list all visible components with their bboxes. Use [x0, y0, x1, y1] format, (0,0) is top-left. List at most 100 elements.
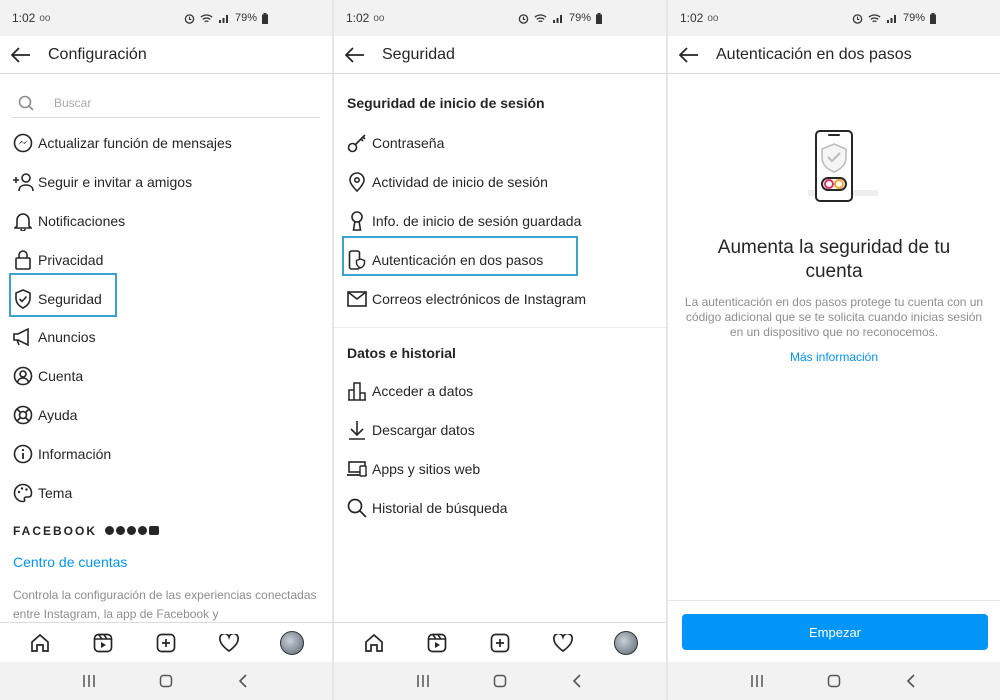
voicemail-icon: oo	[39, 12, 51, 24]
security-item-emails[interactable]: Correos electrónicos de Instagram	[334, 279, 666, 318]
recent-apps-icon[interactable]	[411, 669, 435, 693]
status-bar: 1:02 oo 79%	[0, 0, 332, 36]
create-post-icon[interactable]	[153, 630, 179, 656]
status-time: 1:02	[680, 11, 704, 25]
security-item-label: Actividad de inicio de sesión	[372, 174, 548, 191]
accounts-center-link[interactable]: Centro de cuentas	[0, 554, 332, 570]
battery-level: 79%	[234, 12, 257, 24]
settings-item-label: Cuenta	[38, 368, 84, 385]
settings-item-follow-invite[interactable]: Seguir e invitar a amigos	[0, 163, 332, 202]
voicemail-icon: oo	[373, 12, 385, 24]
bell-icon	[12, 210, 34, 232]
page-title: Configuración	[48, 45, 147, 63]
alarm-icon	[184, 13, 195, 24]
security-item-label: Apps y sitios web	[372, 460, 481, 477]
search-input[interactable]	[54, 95, 254, 110]
settings-item-messages[interactable]: Actualizar función de mensajes	[0, 124, 332, 163]
signal-icon	[552, 14, 562, 23]
facebook-brand: FACEBOOK	[13, 523, 98, 538]
battery-icon	[262, 12, 268, 24]
system-back-icon[interactable]	[231, 669, 255, 693]
reels-icon[interactable]	[90, 630, 116, 656]
location-pin-icon	[346, 171, 368, 193]
battery-level: 79%	[568, 12, 591, 24]
settings-item-label: Ayuda	[38, 406, 78, 423]
bar-chart-icon	[346, 380, 368, 402]
status-bar: 1:02 oo 79%	[668, 0, 1000, 36]
back-arrow-icon[interactable]	[678, 44, 700, 66]
keyhole-icon	[346, 210, 368, 232]
security-item-label: Info. de inicio de sesión guardada	[372, 212, 582, 229]
security-item-download-data[interactable]: Descargar datos	[334, 411, 666, 450]
system-back-icon[interactable]	[565, 669, 589, 693]
security-item-search-history[interactable]: Historial de búsqueda	[334, 488, 666, 527]
start-button[interactable]: Empezar	[682, 614, 988, 650]
home-icon[interactable]	[361, 630, 387, 656]
bottom-nav	[0, 622, 332, 662]
security-item-login-activity[interactable]: Actividad de inicio de sesión	[334, 163, 666, 202]
person-circle-icon	[12, 365, 34, 387]
two-factor-screen: 1:02 oo 79% Autenticación en dos pasos A…	[668, 0, 1000, 700]
profile-avatar[interactable]	[279, 630, 305, 656]
messenger-icon	[12, 132, 34, 154]
add-person-icon	[12, 171, 34, 193]
heart-icon[interactable]	[216, 630, 242, 656]
meta-apps-icons	[105, 526, 160, 536]
settings-item-label: Notificaciones	[38, 212, 126, 229]
avatar	[614, 630, 639, 655]
security-item-label: Contraseña	[372, 135, 445, 152]
settings-item-account[interactable]: Cuenta	[0, 357, 332, 396]
alarm-icon	[852, 13, 863, 24]
recent-apps-icon[interactable]	[745, 669, 769, 693]
wifi-icon	[868, 13, 881, 22]
wifi-icon	[534, 13, 547, 22]
back-arrow-icon[interactable]	[344, 44, 366, 66]
system-nav	[334, 662, 666, 700]
profile-avatar[interactable]	[613, 630, 639, 656]
battery-icon	[596, 12, 602, 24]
recent-apps-icon[interactable]	[77, 669, 101, 693]
system-nav	[668, 662, 1000, 700]
megaphone-icon	[12, 326, 34, 348]
settings-item-notifications[interactable]: Notificaciones	[0, 202, 332, 241]
palette-icon	[12, 482, 34, 504]
back-arrow-icon[interactable]	[10, 44, 32, 66]
settings-screen: 1:02 oo 79% Configuración Actualizar fun…	[0, 0, 332, 700]
status-bar: 1:02 oo 79%	[334, 0, 666, 36]
info-icon	[12, 443, 34, 465]
settings-item-info[interactable]: Información	[0, 434, 332, 473]
security-item-access-data[interactable]: Acceder a datos	[334, 372, 666, 411]
two-factor-highlight-box	[342, 236, 578, 276]
section-heading-data-history: Datos e historial	[347, 344, 456, 361]
system-back-icon[interactable]	[899, 669, 923, 693]
key-icon	[346, 132, 368, 154]
security-item-password[interactable]: Contraseña	[334, 124, 666, 163]
heart-icon[interactable]	[550, 630, 576, 656]
security-item-label: Historial de búsqueda	[372, 499, 508, 516]
security-item-label: Correos electrónicos de Instagram	[372, 290, 586, 307]
header: Seguridad	[334, 36, 666, 74]
security-item-saved-login[interactable]: Info. de inicio de sesión guardada	[334, 202, 666, 241]
facebook-section-header: FACEBOOK	[0, 524, 332, 538]
settings-item-ads[interactable]: Anuncios	[0, 318, 332, 357]
security-item-label: Descargar datos	[372, 422, 475, 439]
home-button-icon[interactable]	[488, 669, 512, 693]
home-icon[interactable]	[27, 630, 53, 656]
home-button-icon[interactable]	[154, 669, 178, 693]
settings-item-help[interactable]: Ayuda	[0, 396, 332, 435]
battery-level: 79%	[902, 12, 925, 24]
home-button-icon[interactable]	[822, 669, 846, 693]
voicemail-icon: oo	[707, 12, 719, 24]
alarm-icon	[518, 13, 529, 24]
two-factor-description: La autenticación en dos pasos protege tu…	[684, 295, 984, 339]
create-post-icon[interactable]	[487, 630, 513, 656]
signal-icon	[886, 14, 896, 23]
search-bar[interactable]	[12, 88, 320, 118]
settings-item-theme[interactable]: Tema	[0, 473, 332, 512]
more-info-link[interactable]: Más información	[668, 350, 1000, 364]
settings-item-label: Seguir e invitar a amigos	[38, 174, 193, 191]
avatar	[280, 630, 305, 655]
security-item-apps-websites[interactable]: Apps y sitios web	[334, 450, 666, 489]
status-icons: 79%	[518, 12, 602, 24]
reels-icon[interactable]	[424, 630, 450, 656]
